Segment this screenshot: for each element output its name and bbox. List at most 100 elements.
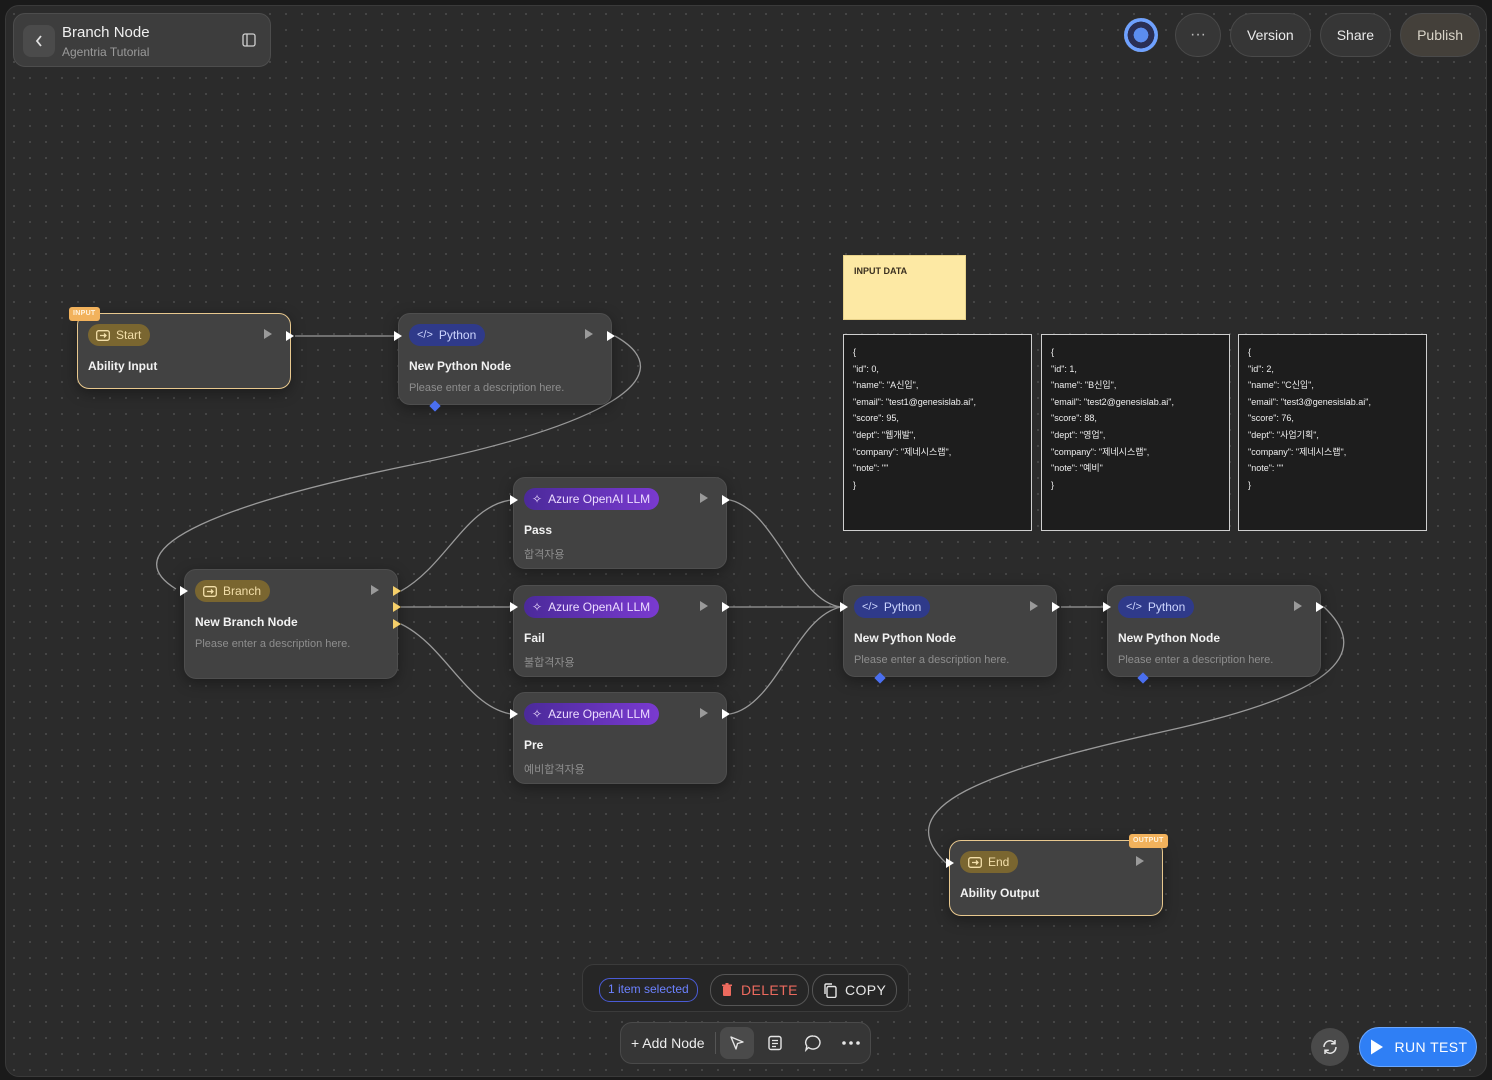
code-line: "company": "제네시스랩", (1051, 446, 1150, 457)
branch-output-port-pass[interactable] (393, 586, 401, 596)
copy-icon (824, 982, 837, 998)
more-tools-button[interactable] (834, 1027, 868, 1059)
python2-output-port[interactable] (1052, 602, 1060, 612)
llm-pass-input-port[interactable] (510, 495, 518, 505)
llm-pre-output-port[interactable] (722, 709, 730, 719)
python1-input-port[interactable] (394, 331, 402, 341)
end-node[interactable]: End Ability Output (949, 840, 1163, 916)
python-node-1[interactable]: </> Python New Python Node Please enter … (398, 313, 612, 405)
sticky-note[interactable]: INPUT DATA (843, 255, 966, 320)
llm-pre-input-port[interactable] (510, 709, 518, 719)
python-type-label: Python (438, 328, 477, 342)
llm-pass-output-port[interactable] (722, 495, 730, 505)
workflow-subtitle: Agentria Tutorial (62, 45, 150, 59)
play-icon[interactable] (264, 329, 272, 339)
llm-node-pass[interactable]: ✧ Azure OpenAI LLM Pass 합격자용 (513, 477, 727, 569)
branch-input-port[interactable] (180, 586, 188, 596)
llm-node-fail[interactable]: ✧ Azure OpenAI LLM Fail 불합격자용 (513, 585, 727, 677)
edge-branch-pass (400, 499, 512, 592)
code-icon: </> (417, 329, 433, 341)
python1-output-port[interactable] (607, 331, 615, 341)
play-icon[interactable] (1030, 601, 1038, 611)
llm-node-pre[interactable]: ✧ Azure OpenAI LLM Pre 예비합격자용 (513, 692, 727, 784)
python-node-2[interactable]: </> Python New Python Node Please enter … (843, 585, 1057, 677)
edge-layer (156, 335, 1345, 864)
play-icon[interactable] (700, 601, 708, 611)
llm-node-desc: 예비합격자용 (524, 764, 585, 776)
panel-toggle-icon[interactable] (242, 33, 256, 47)
python2-input-port[interactable] (840, 602, 848, 612)
trash-icon (722, 983, 732, 996)
back-button[interactable] (23, 25, 55, 57)
code-line: "email": "test2@genesislab.ai", (1051, 396, 1174, 407)
comment-tool-button[interactable] (796, 1027, 830, 1059)
python3-output-port[interactable] (1316, 602, 1324, 612)
branch-node-desc: Please enter a description here. (195, 638, 351, 650)
code-line: "id": 2, (1248, 363, 1274, 374)
code-line: } (1248, 479, 1252, 490)
code-line: "score": 95, (853, 413, 899, 424)
code-note-0[interactable]: { "id": 0, "name": "A신입", "email": "test… (843, 334, 1032, 531)
copy-button[interactable]: COPY (812, 974, 898, 1006)
selection-count: 1 item selected (599, 978, 698, 1002)
start-node-title: Ability Input (88, 359, 158, 373)
branch-type-label: Branch (223, 584, 262, 598)
publish-button[interactable]: Publish (1400, 13, 1480, 57)
python-node-title: New Python Node (854, 631, 957, 645)
note-icon (767, 1035, 782, 1051)
python-node-3[interactable]: </> Python New Python Node Please enter … (1107, 585, 1321, 677)
llm-type-label: Azure OpenAI LLM (548, 600, 651, 614)
sticky-note-text: INPUT DATA (854, 266, 908, 276)
version-button[interactable]: Version (1230, 13, 1311, 57)
python3-input-port[interactable] (1103, 602, 1111, 612)
add-node-button[interactable]: + Add Node (621, 1032, 716, 1054)
llm-fail-output-port[interactable] (722, 602, 730, 612)
branch-node[interactable]: Branch New Branch Node Please enter a de… (184, 569, 398, 679)
play-icon[interactable] (1294, 601, 1302, 611)
start-node[interactable]: Start Ability Input (77, 313, 291, 389)
llm-fail-input-port[interactable] (510, 602, 518, 612)
branch-output-port-fail[interactable] (393, 602, 401, 612)
code-note-1[interactable]: { "id": 1, "name": "B신입", "email": "test… (1041, 334, 1230, 531)
end-input-port[interactable] (946, 858, 954, 868)
share-button[interactable]: Share (1319, 13, 1392, 57)
select-tool-button[interactable] (719, 1027, 754, 1059)
sparkle-icon: ✧ (532, 707, 543, 721)
code-line: { (1051, 347, 1055, 357)
start-type-label: Start (116, 328, 142, 342)
llm-node-desc: 합격자용 (524, 549, 565, 561)
sparkle-icon: ✧ (532, 492, 543, 506)
code-line: "name": "A신입", (853, 380, 919, 391)
code-line: "company": "제네시스랩", (1248, 446, 1347, 457)
branch-output-port-pre[interactable] (393, 619, 401, 629)
sparkle-icon: ✧ (532, 600, 543, 614)
code-icon: </> (1126, 601, 1142, 613)
llm-type-pill: ✧ Azure OpenAI LLM (524, 488, 660, 510)
avatar[interactable] (1124, 18, 1159, 52)
python-node-title: New Python Node (409, 359, 512, 373)
run-test-button[interactable]: RUN TEST (1359, 1027, 1477, 1067)
play-icon[interactable] (585, 329, 593, 339)
code-note-2[interactable]: { "id": 2, "name": "C신입", "email": "test… (1238, 334, 1427, 531)
llm-node-title: Fail (524, 631, 545, 645)
refresh-icon (1323, 1040, 1337, 1054)
llm-type-pill: ✧ Azure OpenAI LLM (524, 703, 660, 725)
end-type-pill: End (960, 851, 1019, 873)
copy-label: COPY (845, 982, 887, 998)
workflow-canvas[interactable]: Start Ability Input INPUT </> Python New… (5, 5, 1487, 1077)
play-icon[interactable] (1136, 856, 1144, 866)
play-icon[interactable] (700, 493, 708, 503)
play-icon[interactable] (700, 708, 708, 718)
llm-node-title: Pre (524, 738, 544, 752)
llm-type-label: Azure OpenAI LLM (548, 707, 651, 721)
play-icon[interactable] (371, 585, 379, 595)
more-button[interactable]: ··· (1175, 13, 1222, 57)
code-line: "dept": "사업기획", (1248, 429, 1319, 440)
delete-button[interactable]: DELETE (710, 974, 809, 1006)
sync-button[interactable] (1311, 1028, 1349, 1066)
branch-type-pill: Branch (195, 580, 271, 602)
start-output-port[interactable] (286, 331, 294, 341)
code-line: "company": "제네시스랩", (853, 446, 952, 457)
note-tool-button[interactable] (758, 1027, 792, 1059)
delete-label: DELETE (741, 982, 798, 998)
